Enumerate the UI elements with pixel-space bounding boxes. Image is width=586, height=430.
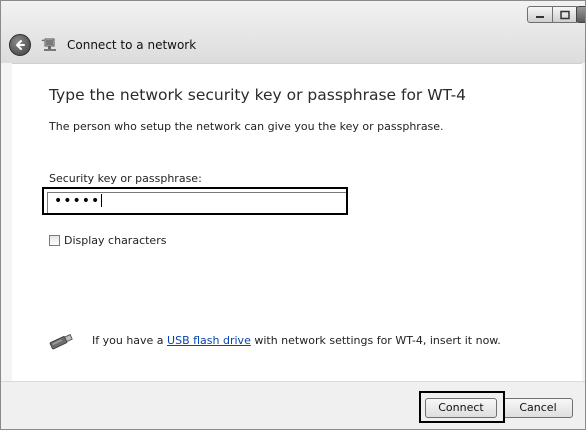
cancel-button[interactable]: Cancel — [503, 398, 573, 418]
security-key-label: Security key or passphrase: — [49, 172, 202, 185]
back-arrow-icon — [16, 40, 25, 50]
network-icon — [41, 38, 56, 51]
connect-button-highlight — [419, 391, 505, 423]
window-title: Connect to a network — [67, 38, 197, 52]
usb-drive-icon — [49, 334, 73, 350]
display-characters-checkbox[interactable] — [49, 235, 60, 246]
usb-prefix: If you have a — [92, 334, 168, 347]
security-key-highlight — [42, 187, 348, 215]
display-characters-label: Display characters — [64, 234, 167, 247]
main-content: Type the network security key or passphr… — [12, 63, 582, 381]
title-bar: Connect to a network — [1, 1, 585, 63]
maximize-icon — [559, 10, 570, 19]
minimize-icon — [536, 15, 544, 18]
display-characters-option[interactable]: Display characters — [49, 234, 166, 247]
usb-flash-drive-link[interactable]: USB flash drive — [167, 334, 251, 347]
connect-network-window: Connect to a network Type the network se… — [0, 0, 586, 430]
close-button[interactable] — [576, 6, 585, 23]
back-button[interactable] — [9, 34, 31, 56]
description-text: The person who setup the network can giv… — [49, 120, 444, 133]
usb-instructions: If you have a USB flash drive with netwo… — [92, 334, 501, 347]
maximize-button[interactable] — [552, 6, 577, 23]
page-heading: Type the network security key or passphr… — [49, 86, 467, 104]
usb-suffix: with network settings for WT-4, insert i… — [250, 334, 501, 347]
minimize-button[interactable] — [527, 6, 553, 23]
